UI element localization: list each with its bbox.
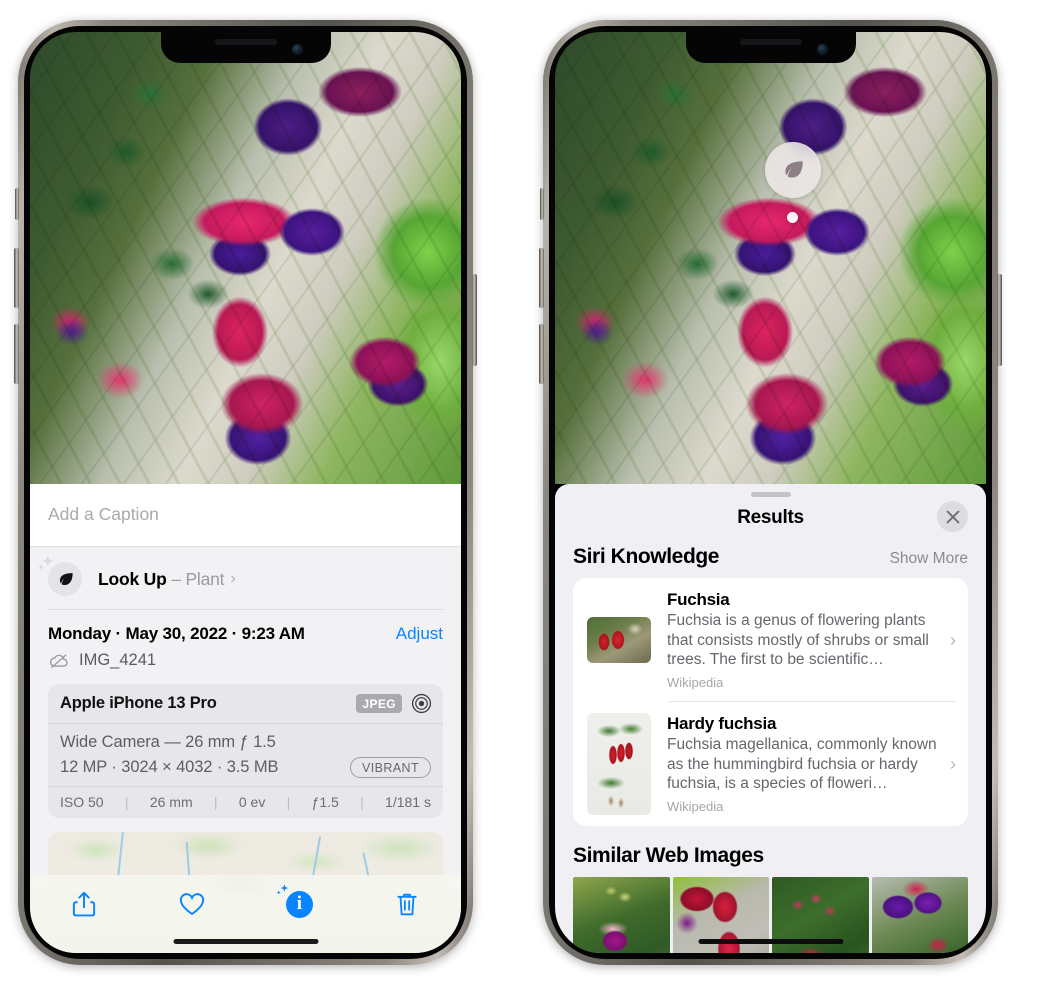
share-icon: [72, 891, 95, 917]
result-description: Fuchsia is a genus of flowering plants t…: [667, 612, 929, 669]
side-power-button[interactable]: [997, 274, 1002, 366]
info-button[interactable]: i: [271, 883, 327, 924]
exif-aperture: ƒ1.5: [311, 794, 339, 810]
camera-info-card: Apple iPhone 13 Pro JPEG Wide Camera — 2…: [48, 684, 443, 818]
photo-info-sheet: Add a Caption Look Up – Plant › Monday ·…: [30, 484, 461, 953]
screenshot-canvas: Add a Caption Look Up – Plant › Monday ·…: [0, 0, 1055, 985]
siri-knowledge-card: Fuchsia Fuchsia is a genus of flowering …: [573, 578, 968, 827]
exif-row: ISO 50 | 26 mm | 0 ev | ƒ1.5 | 1/181 s: [48, 787, 443, 818]
result-source: Wikipedia: [667, 799, 724, 815]
result-description: Fuchsia magellanica, commonly known as t…: [667, 736, 937, 793]
look-up-subject: Plant: [185, 568, 225, 589]
exif-divider: |: [124, 794, 129, 810]
adjust-button[interactable]: Adjust: [396, 624, 443, 644]
heart-icon: [179, 893, 204, 916]
chevron-right-icon: ›: [230, 570, 236, 587]
show-more-button[interactable]: Show More: [890, 550, 968, 568]
volume-down-button[interactable]: [14, 324, 19, 384]
close-icon: [946, 510, 959, 523]
exif-divider: |: [360, 794, 364, 810]
section-title: Similar Web Images: [573, 844, 764, 868]
similar-web-image-4[interactable]: [871, 877, 968, 953]
fuchsia-flowers-photo[interactable]: [555, 32, 986, 484]
silent-switch[interactable]: [15, 188, 19, 220]
results-title: Results: [737, 507, 804, 528]
trash-icon: [397, 893, 417, 915]
volume-up-button[interactable]: [14, 248, 19, 308]
similar-web-images-header: Similar Web Images: [555, 826, 986, 877]
exif-divider: |: [286, 794, 291, 810]
knowledge-result-row[interactable]: Fuchsia Fuchsia is a genus of flowering …: [573, 578, 968, 701]
siri-knowledge-header: Siri Knowledge Show More: [555, 545, 986, 578]
similar-web-image-1[interactable]: [573, 877, 670, 953]
delete-button[interactable]: [379, 884, 435, 924]
results-sheet: Results Siri Knowledge Show More Fuchsia…: [555, 484, 986, 953]
earpiece-speaker-icon: [214, 39, 277, 45]
caption-input[interactable]: Add a Caption: [48, 504, 443, 525]
chevron-right-icon: ›: [950, 753, 956, 774]
share-button[interactable]: [56, 884, 112, 924]
result-title: Fuchsia: [667, 590, 730, 609]
look-up-row[interactable]: Look Up – Plant ›: [30, 547, 461, 610]
result-title: Hardy fuchsia: [667, 714, 777, 733]
knowledge-result-row[interactable]: Hardy fuchsia Fuchsia magellanica, commo…: [573, 701, 968, 826]
result-source: Wikipedia: [667, 675, 724, 691]
photographic-style-badge: VIBRANT: [350, 757, 431, 778]
silent-switch[interactable]: [540, 188, 544, 220]
leaf-icon: [785, 161, 803, 178]
format-badge: JPEG: [356, 694, 402, 713]
iphone-left-photos-info: Add a Caption Look Up – Plant › Monday ·…: [14, 20, 477, 965]
earpiece-speaker-icon: [739, 39, 802, 45]
leaf-badge: [38, 555, 82, 596]
image-size-info: 12 MP · 3024 × 4032 · 3.5 MB: [60, 758, 279, 776]
sparkle-icon: [276, 883, 288, 895]
iphone-right-visual-lookup-results: Results Siri Knowledge Show More Fuchsia…: [539, 20, 1002, 965]
fuchsia-flowers-photo[interactable]: [30, 32, 461, 484]
favorite-button[interactable]: [164, 884, 220, 924]
visual-lookup-anchor-dot: [787, 212, 798, 223]
volume-down-button[interactable]: [539, 324, 544, 384]
results-header: Results: [555, 497, 986, 545]
look-up-label: Look Up – Plant: [98, 568, 225, 590]
icloud-slash-icon: [49, 653, 68, 668]
hardy-fuchsia-specimen-thumbnail: [587, 713, 651, 816]
side-power-button[interactable]: [472, 274, 477, 366]
front-camera-icon: [816, 44, 828, 55]
caption-input-row[interactable]: Add a Caption: [30, 484, 461, 547]
home-indicator: [698, 939, 843, 944]
exif-iso: ISO 50: [60, 794, 104, 810]
section-title: Siri Knowledge: [573, 545, 720, 568]
photo-filename: IMG_4241: [79, 651, 157, 669]
chevron-right-icon: ›: [950, 629, 956, 650]
camera-lens-info: Wide Camera — 26 mm ƒ 1.5: [60, 733, 276, 751]
leaf-icon: [59, 572, 73, 585]
home-indicator: [173, 939, 318, 944]
look-up-title: Look Up: [98, 568, 167, 589]
close-button[interactable]: [937, 501, 968, 532]
exif-focal-length: 26 mm: [149, 794, 193, 810]
camera-model: Apple iPhone 13 Pro: [60, 694, 217, 712]
look-up-dash: –: [166, 568, 186, 589]
photo-metadata: Monday · May 30, 2022 · 9:23 AM Adjust I…: [30, 610, 461, 682]
aperture-icon: [411, 693, 432, 714]
info-glyph: i: [296, 893, 303, 914]
info-sparkle-icon: i: [276, 883, 313, 918]
visual-lookup-badge[interactable]: [765, 142, 821, 198]
notch: [685, 32, 856, 63]
volume-up-button[interactable]: [539, 248, 544, 308]
phone-screen-left: Add a Caption Look Up – Plant › Monday ·…: [30, 32, 461, 953]
exif-shutter: 1/181 s: [385, 794, 431, 810]
phone-screen-right: Results Siri Knowledge Show More Fuchsia…: [555, 32, 986, 953]
photo-date: Monday · May 30, 2022 · 9:23 AM: [48, 624, 305, 643]
exif-exposure: 0 ev: [238, 794, 266, 810]
fuchsia-red-flowers-thumbnail: [587, 617, 651, 663]
sparkle-icon: [38, 555, 54, 570]
front-camera-icon: [291, 44, 303, 55]
exif-divider: |: [213, 794, 218, 810]
notch: [160, 32, 331, 63]
